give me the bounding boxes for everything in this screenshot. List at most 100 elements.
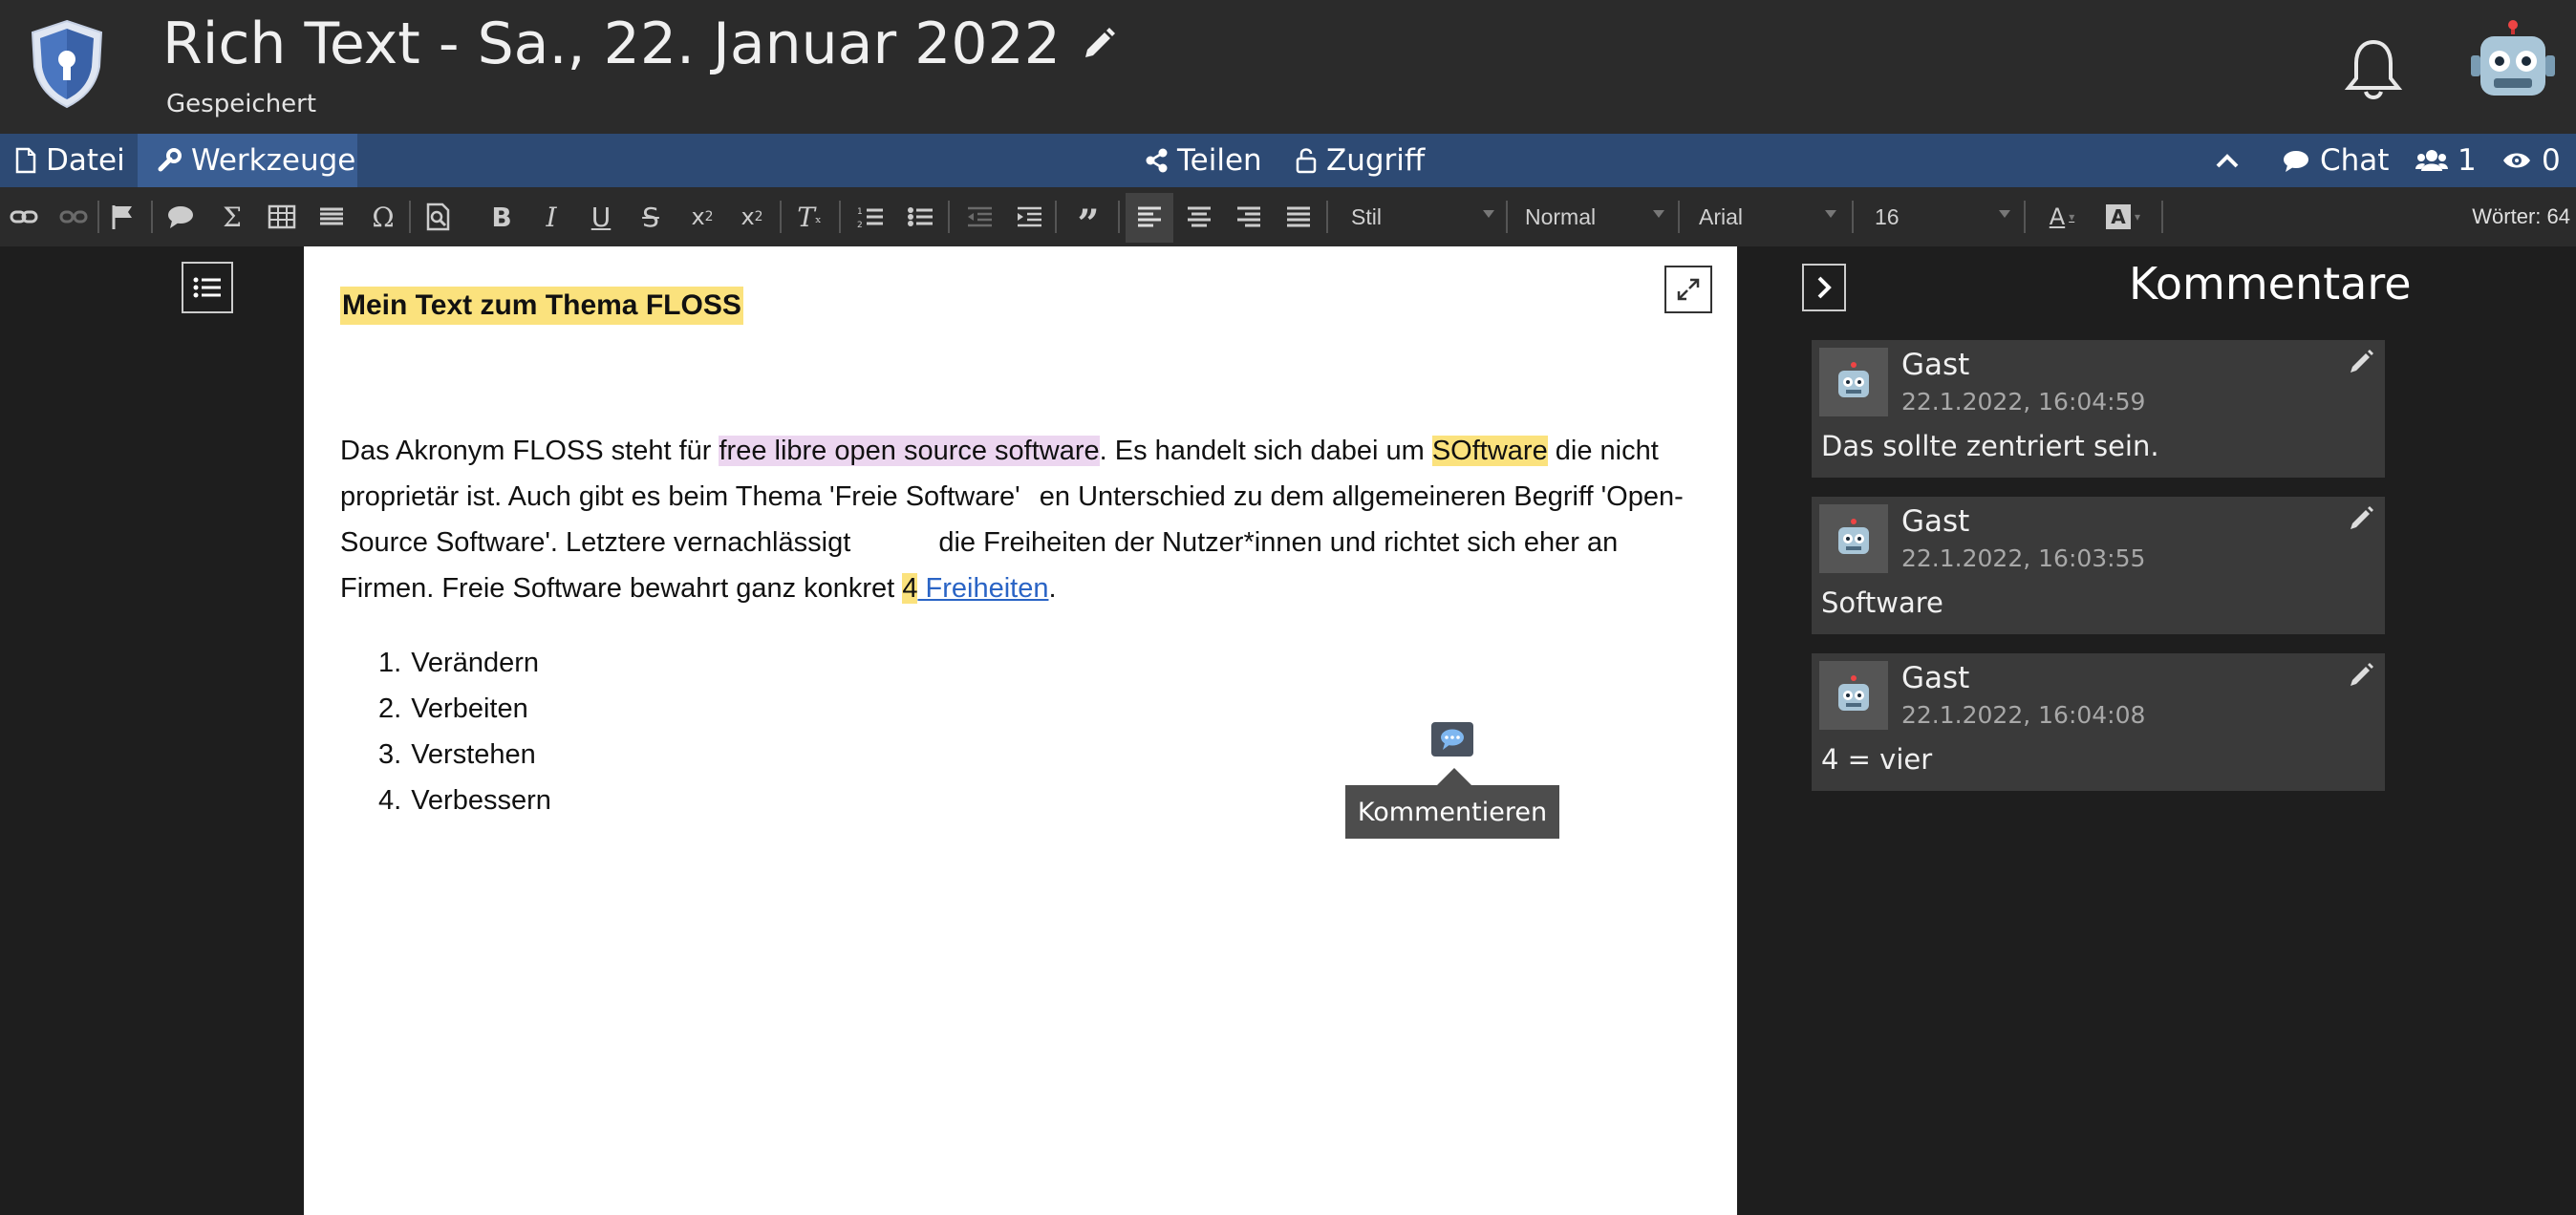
comment-card[interactable]: Gast 22.1.2022, 16:04:08 4 = vier xyxy=(1812,653,2385,791)
fullscreen-button[interactable] xyxy=(1664,266,1712,313)
align-justify-icon[interactable] xyxy=(1282,201,1315,233)
bold-icon[interactable]: B xyxy=(485,201,518,233)
chat-button[interactable]: Chat xyxy=(2282,134,2389,187)
flag-icon[interactable] xyxy=(107,201,140,233)
comment-card[interactable]: Gast 22.1.2022, 16:04:59 Das sollte zent… xyxy=(1812,340,2385,478)
document-heading[interactable]: Mein Text zum Thema FLOSS xyxy=(340,287,743,325)
list-item[interactable]: 2. Verbeiten xyxy=(378,686,551,732)
toolbar-separator xyxy=(780,201,782,233)
font-size-dropdown[interactable]: 16 xyxy=(1875,199,2010,235)
document-title[interactable]: Rich Text - Sa., 22. Januar 2022 xyxy=(162,10,1118,78)
align-center-icon[interactable] xyxy=(1183,201,1215,233)
format-dropdown[interactable]: Normal xyxy=(1525,199,1664,235)
toolbar-separator xyxy=(1055,201,1057,233)
outline-toggle-button[interactable] xyxy=(182,262,233,313)
document-title-text: Rich Text - Sa., 22. Januar 2022 xyxy=(162,11,1061,77)
document-page[interactable]: Mein Text zum Thema FLOSS Das Akronym FL… xyxy=(304,246,1737,1215)
viewers-count: 0 xyxy=(2542,143,2561,178)
underline-icon[interactable]: U xyxy=(585,201,617,233)
text-color-icon[interactable]: A ▾ xyxy=(2041,201,2083,233)
comment-tooltip: Kommentieren xyxy=(1345,768,1559,839)
pencil-icon[interactable] xyxy=(2347,504,2375,533)
comment-card[interactable]: Gast 22.1.2022, 16:03:55 Software xyxy=(1812,497,2385,634)
list-item[interactable]: 1. Verändern xyxy=(378,640,551,686)
wrench-icon xyxy=(158,148,182,172)
add-comment-button[interactable] xyxy=(1431,722,1473,757)
comment-author: Gast xyxy=(1901,348,1970,382)
remove-format-icon[interactable]: Tₓ xyxy=(793,201,826,233)
comment-timestamp: 22.1.2022, 16:03:55 xyxy=(1901,544,2146,572)
superscript-icon[interactable]: x2 xyxy=(736,201,768,233)
title-bar: Rich Text - Sa., 22. Januar 2022 Gespeic… xyxy=(0,0,2576,134)
users-online-button[interactable]: 1 xyxy=(2415,134,2477,187)
align-left-icon[interactable] xyxy=(1133,201,1166,233)
text-run: . Es handelt sich dabei um xyxy=(1099,436,1432,466)
outdent-icon[interactable] xyxy=(963,201,996,233)
list-icon xyxy=(193,277,221,298)
pencil-icon[interactable] xyxy=(2347,661,2375,690)
preview-icon[interactable] xyxy=(422,201,455,233)
blockquote-icon[interactable]: ” xyxy=(1072,201,1105,246)
text-run: . xyxy=(1048,573,1057,604)
document-paragraph[interactable]: Das Akronym FLOSS steht für free libre o… xyxy=(340,428,1707,611)
table-icon[interactable] xyxy=(266,201,298,233)
subscript-icon[interactable]: x2 xyxy=(686,201,719,233)
chevron-up-icon xyxy=(2216,154,2239,168)
align-right-icon[interactable] xyxy=(1233,201,1265,233)
style-dropdown[interactable]: Stil xyxy=(1351,199,1494,235)
toolbar-separator xyxy=(1326,201,1328,233)
background-color-icon[interactable]: A ▾ xyxy=(2102,201,2144,233)
users-icon xyxy=(2415,150,2448,171)
style-dropdown-value: Stil xyxy=(1351,203,1382,229)
bell-icon[interactable] xyxy=(2339,36,2408,103)
list-item[interactable]: 4. Verbessern xyxy=(378,778,551,823)
pencil-icon[interactable] xyxy=(2347,348,2375,376)
italic-icon[interactable]: I xyxy=(535,201,568,233)
commented-text-number[interactable]: 4 xyxy=(902,573,918,604)
commented-text-yellow[interactable]: SOftware xyxy=(1431,436,1548,466)
bullet-list-icon[interactable] xyxy=(904,201,936,233)
commented-text-pink[interactable]: free libre open source software xyxy=(719,436,1100,466)
save-status: Gespeichert xyxy=(166,90,317,118)
toolbar-separator xyxy=(948,201,950,233)
text-run: Das Akronym FLOSS steht für xyxy=(340,436,719,466)
viewers-button[interactable]: 0 xyxy=(2501,134,2561,187)
svg-text:1: 1 xyxy=(857,207,863,217)
strikethrough-icon[interactable]: S xyxy=(634,201,667,233)
shield-keyhole-icon[interactable] xyxy=(27,17,107,109)
freedoms-link[interactable]: Freiheiten xyxy=(917,573,1049,604)
font-dropdown[interactable]: Arial xyxy=(1699,199,1836,235)
chevron-right-icon xyxy=(1817,276,1832,299)
chat-label: Chat xyxy=(2320,143,2390,178)
comment-text: Das sollte zentriert sein. xyxy=(1821,430,2159,462)
robot-avatar-icon xyxy=(1819,348,1888,416)
robot-avatar-icon[interactable] xyxy=(2467,19,2559,111)
unlink-icon[interactable] xyxy=(57,201,90,233)
word-count: Wörter: 64 xyxy=(2472,204,2570,228)
list-number: 4. xyxy=(378,785,402,816)
list-number: 1. xyxy=(378,648,402,678)
omega-icon[interactable]: Ω xyxy=(367,201,399,233)
users-count: 1 xyxy=(2458,143,2477,178)
format-dropdown-value: Normal xyxy=(1525,203,1597,229)
share-label: Teilen xyxy=(1177,143,1262,178)
comments-collapse-button[interactable] xyxy=(1802,264,1846,311)
pencil-icon[interactable] xyxy=(1080,25,1118,63)
indent-icon[interactable] xyxy=(1013,201,1045,233)
comment-icon[interactable] xyxy=(164,201,197,233)
chat-icon xyxy=(2284,151,2308,172)
toolbar-separator xyxy=(1506,201,1508,233)
document-title-group: Rich Text - Sa., 22. Januar 2022 Gespeic… xyxy=(162,10,1118,118)
unlock-icon xyxy=(1296,148,1317,174)
share-button[interactable]: Teilen xyxy=(1145,134,1262,187)
access-button[interactable]: Zugriff xyxy=(1296,134,1425,187)
link-icon[interactable] xyxy=(8,201,40,233)
collapse-toolbar-button[interactable] xyxy=(2215,134,2240,187)
menu-tools[interactable]: Werkzeuge xyxy=(138,134,357,187)
list-item[interactable]: 3. Verstehen xyxy=(378,732,551,778)
comment-bubble-icon xyxy=(1441,729,1464,750)
ordered-list-icon[interactable]: 12 xyxy=(854,201,887,233)
sigma-icon[interactable]: Σ xyxy=(216,201,248,233)
menu-file[interactable]: Datei xyxy=(15,134,125,187)
horizontal-rule-icon[interactable] xyxy=(315,201,348,233)
